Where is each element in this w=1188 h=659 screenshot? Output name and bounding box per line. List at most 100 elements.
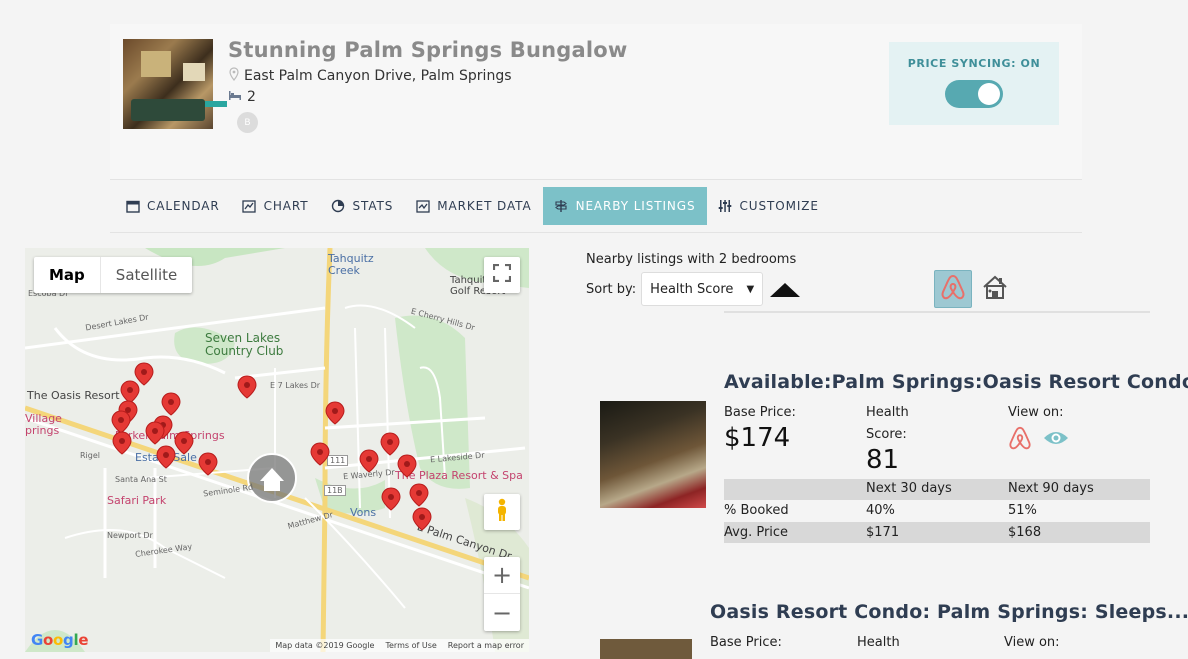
- view-on-links: [1008, 425, 1070, 455]
- homeaway-icon: [980, 273, 1010, 305]
- tab-stats-label: STATS: [352, 199, 394, 213]
- listing-photo[interactable]: [600, 401, 706, 508]
- price-sync-toggle[interactable]: [945, 80, 1003, 108]
- zoom-control: + −: [484, 557, 520, 631]
- avg-price-90-value: $168: [1008, 525, 1042, 540]
- tab-customize[interactable]: CUSTOMIZE: [707, 187, 830, 225]
- main-tabs: CALENDAR CHART STATS MARKET DATA NEARBY …: [110, 179, 1082, 233]
- map-label-newport: Newport Dr: [107, 531, 153, 540]
- map-label-rigel: Rigel: [80, 451, 101, 460]
- map-label-7-lakes: E 7 Lakes Dr: [270, 381, 321, 390]
- map-label-parker: Parker Palm Springs: [115, 429, 225, 442]
- booked-label: % Booked: [724, 503, 789, 518]
- health-label-line1: Health: [866, 405, 909, 420]
- map-route-111: 111: [327, 455, 349, 466]
- pie-chart-icon: [331, 199, 346, 214]
- tab-calendar[interactable]: CALENDAR: [114, 187, 231, 225]
- calendar-icon: [125, 199, 140, 214]
- property-header: Stunning Palm Springs Bungalow East Palm…: [110, 24, 1082, 179]
- map-label-tahquitz-creek: Tahquitz Creek: [328, 252, 374, 277]
- street-view-button[interactable]: [484, 494, 520, 530]
- map-label-vons: Vons: [350, 506, 377, 519]
- tab-market-data-label: MARKET DATA: [437, 199, 532, 213]
- map-label-oasis-resort: The Oasis Resort: [27, 389, 120, 402]
- map-type-control: Map Satellite: [34, 257, 193, 293]
- property-bedrooms-row: 2: [228, 89, 256, 105]
- sort-label: Sort by:: [586, 281, 637, 297]
- line-chart-icon: [242, 199, 257, 214]
- eye-icon[interactable]: [1042, 429, 1070, 451]
- sort-select[interactable]: Health Score ▼: [641, 272, 764, 306]
- map-label-estate-sale: Estate Sale: [135, 451, 197, 464]
- property-badge: B: [237, 112, 258, 133]
- toggle-knob: [978, 83, 1000, 105]
- report-map-error-link[interactable]: Report a map error: [448, 641, 524, 650]
- map-type-map-button[interactable]: Map: [34, 257, 101, 293]
- source-homeaway-button[interactable]: [976, 270, 1014, 308]
- period-30-label: Next 30 days: [866, 481, 952, 496]
- location-pin-icon: [228, 67, 240, 85]
- map-route-11b: 11B: [324, 485, 346, 496]
- signpost-icon: [554, 199, 569, 214]
- list-divider: [724, 311, 1150, 313]
- nearby-map[interactable]: Tahquitz Creek Tahquitz Golf Resort Seve…: [25, 248, 529, 652]
- map-label-seven-lakes: Seven Lakes Country Club: [205, 331, 284, 358]
- base-price-label: Base Price:: [710, 635, 782, 650]
- nearby-heading: Nearby listings with 2 bedrooms: [586, 252, 797, 267]
- market-chart-icon: [415, 199, 430, 214]
- property-title: Stunning Palm Springs Bungalow: [228, 38, 628, 62]
- view-on-label: View on:: [1004, 635, 1060, 650]
- health-label-line1: Health: [857, 635, 900, 650]
- listing-title[interactable]: Available:Palm Springs:Oasis Resort Cond…: [724, 371, 1188, 393]
- avg-price-label: Avg. Price: [724, 525, 789, 540]
- map-label-plaza-resort: The Plaza Resort & Spa: [395, 469, 523, 482]
- caret-down-icon: ▼: [746, 283, 755, 295]
- view-on-label: View on:: [1008, 405, 1064, 420]
- zoom-in-button[interactable]: +: [484, 557, 520, 594]
- base-price-value: $174: [724, 423, 791, 453]
- map-type-satellite-button[interactable]: Satellite: [101, 257, 192, 293]
- property-thumbnail[interactable]: [123, 39, 213, 129]
- minus-icon: −: [491, 598, 513, 627]
- map-label-safari-park: Safari Park: [107, 494, 167, 507]
- plus-icon: +: [491, 561, 513, 589]
- booked-90-value: 51%: [1008, 503, 1037, 518]
- tab-market-data[interactable]: MARKET DATA: [404, 187, 542, 225]
- tab-chart-label: CHART: [263, 199, 309, 213]
- health-label-line2: Score:: [866, 427, 907, 442]
- sort-direction-up-icon[interactable]: [770, 283, 801, 297]
- zoom-out-button[interactable]: −: [484, 594, 520, 631]
- tab-nearby-listings-label: NEARBY LISTINGS: [575, 199, 696, 213]
- source-airbnb-button[interactable]: [934, 270, 972, 308]
- tab-customize-label: CUSTOMIZE: [739, 199, 819, 213]
- fullscreen-icon: [492, 263, 512, 286]
- tab-nearby-listings[interactable]: NEARBY LISTINGS: [542, 187, 707, 225]
- booked-30-value: 40%: [866, 503, 895, 518]
- sliders-icon: [718, 199, 733, 214]
- google-logo: Google: [31, 631, 89, 649]
- listing-photo[interactable]: [600, 639, 692, 659]
- sort-value: Health Score: [650, 281, 734, 297]
- sort-row: Sort by: Health Score ▼: [586, 272, 801, 306]
- map-label-santa-ana: Santa Ana St: [115, 475, 167, 484]
- price-sync-panel: PRICE SYNCING: ON: [889, 42, 1059, 125]
- pegman-icon: [495, 498, 509, 526]
- property-bedrooms: 2: [247, 89, 256, 105]
- bed-icon: [228, 89, 242, 105]
- property-address-row: East Palm Canyon Drive, Palm Springs: [228, 67, 512, 85]
- property-address: East Palm Canyon Drive, Palm Springs: [244, 68, 512, 84]
- airbnb-icon: [940, 273, 966, 305]
- period-90-label: Next 90 days: [1008, 481, 1094, 496]
- health-score-value: 81: [866, 445, 900, 475]
- map-data-credit: Map data ©2019 Google: [275, 641, 375, 650]
- listing-title[interactable]: Oasis Resort Condo: Palm Springs: Sleeps…: [710, 601, 1188, 623]
- fullscreen-button[interactable]: [484, 257, 520, 293]
- tab-calendar-label: CALENDAR: [147, 199, 220, 213]
- map-label-village: Village prings: [25, 412, 62, 437]
- map-footer: Map data ©2019 Google Terms of Use Repor…: [270, 639, 529, 652]
- airbnb-icon[interactable]: [1008, 425, 1032, 455]
- tab-stats[interactable]: STATS: [320, 187, 405, 225]
- terms-of-use-link[interactable]: Terms of Use: [385, 641, 436, 650]
- tab-chart[interactable]: CHART: [231, 187, 320, 225]
- avg-price-30-value: $171: [866, 525, 900, 540]
